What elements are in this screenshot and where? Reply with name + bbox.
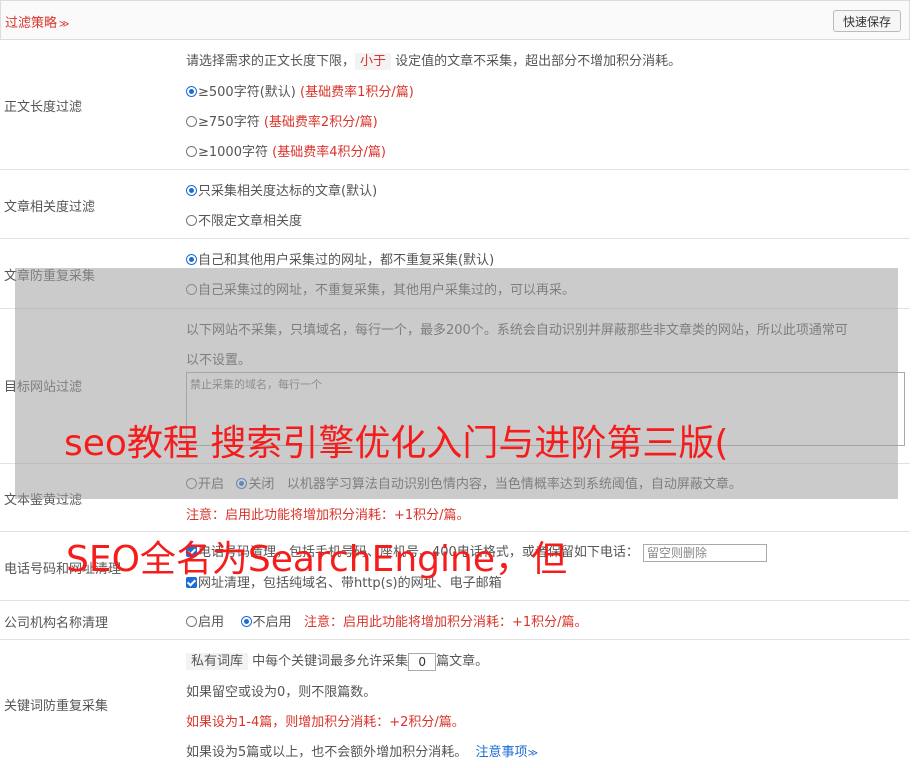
relevance-option-any[interactable]: 不限定文章相关度 bbox=[186, 210, 302, 229]
length-option-500[interactable]: ≥500字符(默认) (基础费率1积分/篇) bbox=[186, 81, 414, 100]
blocked-domains-textarea[interactable] bbox=[186, 372, 905, 446]
radio-selected-icon[interactable] bbox=[240, 616, 252, 627]
keyword-dedup-line-1: 私有词库 中每个关键词最多允许采集 0 篇文章。 bbox=[186, 650, 488, 671]
porn-filter-note: 注意：启用此功能将增加积分消耗：+1积分/篇。 bbox=[186, 508, 470, 523]
radio-selected-icon[interactable] bbox=[186, 254, 197, 265]
target-site-label: 目标网站过滤 bbox=[4, 380, 83, 395]
keyword-dedup-line-2: 如果留空或设为0，则不限篇数。 bbox=[186, 685, 377, 700]
org-filter-label: 公司机构名称清理 bbox=[4, 616, 109, 631]
notes-link[interactable]: 注意事项≫ bbox=[476, 745, 538, 760]
checkbox-checked-icon[interactable] bbox=[186, 577, 197, 588]
porn-filter-on-option[interactable]: 开启 bbox=[186, 477, 224, 492]
radio-icon[interactable] bbox=[186, 146, 197, 157]
chevron-down-icon: ≫ bbox=[527, 748, 539, 759]
porn-filter-row: 文本鉴黄过滤 开启 关闭 以机器学习算法自动识别色情内容，当色情概率达到系统阈值… bbox=[0, 464, 910, 532]
phone-filter-row: 电话号码和网址清理 电话号码清理，包括手机号码、座机号、400电话格式，或者保留… bbox=[0, 532, 910, 601]
filter-strategy-header: 过滤策略 ≫ 快速保存 bbox=[0, 0, 910, 40]
relevance-label: 文章相关度过滤 bbox=[4, 200, 96, 215]
radio-icon[interactable] bbox=[186, 616, 197, 627]
radio-icon[interactable] bbox=[186, 116, 197, 127]
org-filter-note: 注意：启用此功能将增加积分消耗：+1积分/篇。 bbox=[303, 615, 588, 630]
keyword-dedup-row: 关键词防重复采集 私有词库 中每个关键词最多允许采集 0 篇文章。 如果留空或设为0… bbox=[0, 640, 910, 768]
section-title[interactable]: 过滤策略 ≫ bbox=[5, 12, 69, 31]
dedup-row: 文章防重复采集 自己和其他用户采集过的网址，都不重复采集(默认) 自己采集过的网… bbox=[0, 239, 910, 309]
keep-phone-input[interactable]: 留空则删除 bbox=[642, 543, 767, 562]
dedup-option-all[interactable]: 自己和其他用户采集过的网址，都不重复采集(默认) bbox=[186, 249, 494, 268]
radio-icon[interactable] bbox=[186, 478, 197, 489]
dedup-option-self[interactable]: 自己采集过的网址，不重复采集，其他用户采集过的，可以再采。 bbox=[186, 279, 575, 298]
max-articles-input[interactable]: 0 bbox=[408, 652, 437, 671]
target-site-desc-2: 以不设置。 bbox=[186, 353, 252, 368]
url-clean-option[interactable]: 网址清理，包括纯域名、带http(s)的网址、电子邮箱 bbox=[186, 572, 502, 591]
less-than-tag: 小于 bbox=[355, 53, 392, 70]
dedup-label: 文章防重复采集 bbox=[4, 269, 96, 284]
keyword-dedup-line-3: 如果设为1-4篇，则增加积分消耗：+2积分/篇。 bbox=[186, 715, 465, 730]
radio-icon[interactable] bbox=[186, 284, 197, 295]
checkbox-checked-icon[interactable] bbox=[186, 546, 197, 557]
target-site-desc-1: 以下网站不采集，只填域名，每行一个，最多200个。系统会自动识别并屏蔽那些非文章… bbox=[186, 323, 848, 338]
radio-icon[interactable] bbox=[186, 215, 197, 226]
quick-save-button[interactable]: 快速保存 bbox=[832, 10, 901, 32]
content-length-desc: 请选择需求的正文长度下限， 小于 设定值的文章不采集，超出部分不增加积分消耗。 bbox=[186, 53, 682, 70]
porn-filter-options: 开启 关闭 以机器学习算法自动识别色情内容，当色情概率达到系统阈值，自动屏蔽文章… bbox=[186, 473, 742, 492]
phone-clean-option[interactable]: 电话号码清理，包括手机号码、座机号、400电话格式，或者保留如下电话： 留空则删… bbox=[186, 541, 767, 562]
keyword-dedup-label: 关键词防重复采集 bbox=[4, 699, 109, 714]
radio-selected-icon[interactable] bbox=[186, 185, 197, 196]
org-filter-off-option[interactable]: 不启用 bbox=[240, 615, 292, 630]
porn-filter-desc: 以机器学习算法自动识别色情内容，当色情概率达到系统阈值，自动屏蔽文章。 bbox=[286, 477, 742, 492]
keyword-dedup-line-4: 如果设为5篇或以上，也不会额外增加积分消耗。 注意事项≫ bbox=[186, 745, 539, 760]
radio-selected-icon[interactable] bbox=[186, 86, 197, 97]
org-filter-row: 公司机构名称清理 启用 不启用 注意：启用此功能将增加积分消耗：+1积分/篇。 bbox=[0, 601, 910, 640]
porn-filter-off-option[interactable]: 关闭 bbox=[236, 477, 274, 492]
chevron-down-icon: ≫ bbox=[59, 19, 70, 30]
content-length-row: 正文长度过滤 请选择需求的正文长度下限， 小于 设定值的文章不采集，超出部分不增加… bbox=[0, 40, 910, 170]
phone-filter-label: 电话号码和网址清理 bbox=[4, 562, 122, 577]
org-filter-on-option[interactable]: 启用 bbox=[186, 615, 224, 630]
porn-filter-label: 文本鉴黄过滤 bbox=[4, 493, 83, 508]
relevance-row: 文章相关度过滤 只采集相关度达标的文章(默认) 不限定文章相关度 bbox=[0, 170, 910, 239]
org-filter-options: 启用 不启用 注意：启用此功能将增加积分消耗：+1积分/篇。 bbox=[186, 611, 588, 630]
length-option-750[interactable]: ≥750字符 (基础费率2积分/篇) bbox=[186, 111, 378, 130]
private-lexicon-tag: 私有词库 bbox=[186, 653, 249, 670]
length-option-1000[interactable]: ≥1000字符 (基础费率4积分/篇) bbox=[186, 141, 386, 160]
content-length-label: 正文长度过滤 bbox=[4, 100, 83, 115]
relevance-option-strict[interactable]: 只采集相关度达标的文章(默认) bbox=[186, 180, 377, 199]
radio-selected-icon[interactable] bbox=[236, 478, 248, 489]
